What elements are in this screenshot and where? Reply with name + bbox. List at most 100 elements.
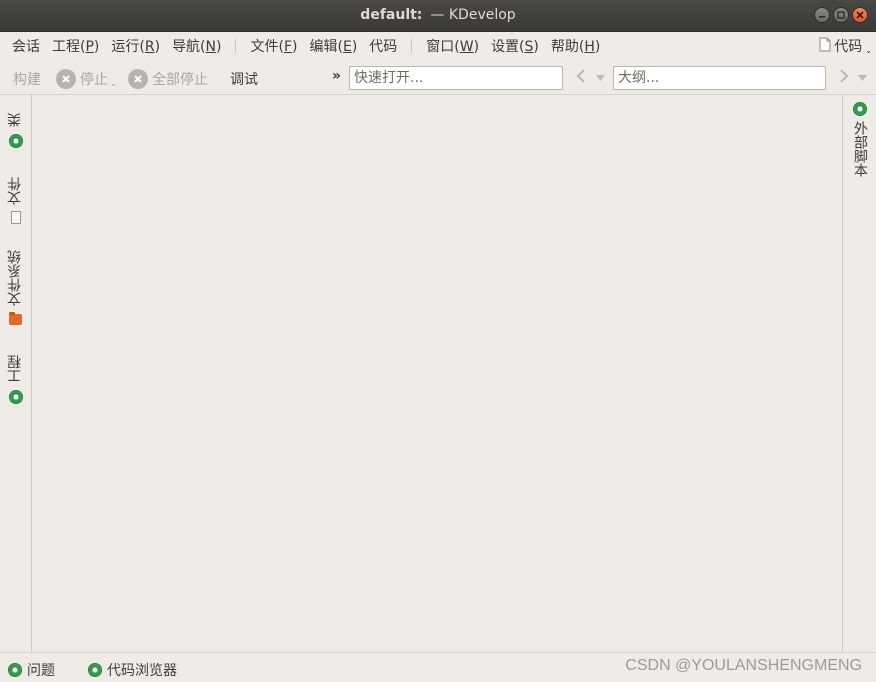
editor-area[interactable] bbox=[32, 95, 842, 651]
window-title: default: — KDevelop bbox=[0, 7, 876, 23]
dock-tab-problems-label: 问题 bbox=[27, 663, 55, 679]
menu-settings[interactable]: 设置(S) bbox=[485, 36, 545, 56]
menu-edit-suffix: ) bbox=[351, 39, 358, 55]
menu-navigation-label: 导航( bbox=[172, 39, 206, 55]
menu-window-suffix: ) bbox=[473, 39, 480, 55]
menu-file-suffix: ) bbox=[292, 39, 298, 55]
dock-tab-documents[interactable]: 文件 bbox=[0, 177, 31, 224]
dock-tab-filesystem[interactable]: 文件系统 bbox=[0, 250, 31, 325]
menu-file-label: 文件( bbox=[250, 39, 284, 55]
menu-navigation[interactable]: 导航(N) bbox=[166, 36, 227, 56]
menu-run-label: 运行( bbox=[111, 39, 145, 55]
window-title-app: — KDevelop bbox=[430, 7, 516, 23]
stop-all-button[interactable]: 全部停止 bbox=[128, 69, 208, 89]
stop-all-label: 全部停止 bbox=[152, 72, 208, 88]
dock-tab-projects-label: 工程 bbox=[7, 355, 23, 383]
menu-project-suffix: ) bbox=[93, 39, 100, 55]
menu-run-accel: R bbox=[144, 39, 155, 55]
code-browser-gear-icon bbox=[89, 664, 101, 676]
left-dock: 类 文件 文件系统 工程 bbox=[0, 95, 32, 651]
kdevelop-window: default: — KDevelop 会话 工程(P) 运行(R) 导航(N) … bbox=[0, 0, 876, 682]
menu-file[interactable]: 文件(F) bbox=[244, 36, 303, 56]
menu-help-accel: H bbox=[584, 39, 595, 55]
overflow-icon: » bbox=[332, 68, 342, 84]
menu-window-label: 窗口( bbox=[426, 39, 460, 55]
dock-tab-filesystem-label: 文件系统 bbox=[7, 250, 23, 306]
bottom-dock: 问题 代码浏览器 CSDN @YOULANSHENGMENG bbox=[0, 652, 876, 682]
menu-edit-label: 编辑( bbox=[309, 39, 343, 55]
dock-tab-classes[interactable]: 类 bbox=[0, 113, 31, 147]
build-label: 构建 bbox=[13, 72, 41, 88]
script-gear-icon bbox=[853, 103, 866, 115]
back-history-dropdown-icon[interactable] bbox=[596, 74, 605, 83]
forward-arrow-icon[interactable] bbox=[839, 69, 849, 87]
close-icon bbox=[856, 11, 864, 19]
menu-separator bbox=[411, 39, 413, 53]
chevron-down-icon: ⌄ bbox=[865, 45, 872, 55]
menu-project[interactable]: 工程(P) bbox=[46, 36, 105, 56]
dock-tab-projects[interactable]: 工程 bbox=[0, 355, 31, 403]
dock-tab-code-browser-label: 代码浏览器 bbox=[107, 663, 177, 679]
menu-project-accel: P bbox=[85, 39, 94, 55]
dock-tab-external-scripts[interactable]: 外部脚本 bbox=[844, 103, 875, 177]
watermark-text: CSDN @YOULANSHENGMENG bbox=[625, 657, 862, 674]
menu-help-label: 帮助( bbox=[550, 39, 585, 55]
window-title-session: default: bbox=[360, 7, 423, 23]
stop-all-icon bbox=[128, 69, 148, 89]
problems-gear-icon bbox=[9, 664, 21, 676]
quick-open-input[interactable] bbox=[349, 66, 563, 90]
menu-navigation-suffix: ) bbox=[216, 39, 222, 55]
maximize-button[interactable] bbox=[833, 7, 849, 23]
menu-help[interactable]: 帮助(H) bbox=[545, 36, 606, 56]
menu-settings-label: 设置( bbox=[491, 39, 525, 55]
menu-code-label: 代码 bbox=[369, 39, 398, 55]
menu-window-accel: W bbox=[459, 39, 474, 55]
toolbar-overflow-button[interactable]: » bbox=[332, 68, 341, 84]
dock-tab-external-scripts-label: 外部脚本 bbox=[852, 121, 868, 177]
menu-bar: 会话 工程(P) 运行(R) 导航(N) 文件(F) 编辑(E) 代码 窗口(W… bbox=[0, 32, 876, 60]
main-toolbar: 构建 停止 ⌄ 全部停止 调试 » bbox=[0, 62, 876, 95]
document-icon bbox=[819, 37, 831, 56]
minimize-icon bbox=[819, 16, 825, 18]
minimize-button[interactable] bbox=[814, 7, 830, 23]
menu-edit-accel: E bbox=[342, 39, 352, 55]
menu-settings-suffix: ) bbox=[533, 39, 539, 55]
folder-icon bbox=[9, 312, 22, 325]
maximize-icon bbox=[837, 11, 845, 19]
area-selector-label: 代码 bbox=[834, 39, 863, 55]
dock-tab-code-browser[interactable]: 代码浏览器 bbox=[89, 660, 177, 680]
right-dock: 外部脚本 bbox=[842, 95, 876, 651]
menu-project-label: 工程( bbox=[52, 39, 86, 55]
close-button[interactable] bbox=[852, 7, 868, 23]
menu-session-label: 会话 bbox=[12, 39, 40, 55]
title-bar[interactable]: default: — KDevelop bbox=[0, 0, 876, 32]
menu-help-suffix: ) bbox=[594, 39, 601, 55]
menu-code[interactable]: 代码 bbox=[363, 36, 403, 56]
forward-history-dropdown-icon[interactable] bbox=[858, 74, 867, 83]
menu-navigation-accel: N bbox=[205, 39, 217, 55]
menu-session[interactable]: 会话 bbox=[6, 36, 46, 56]
area-selector-button[interactable]: 代码 ⌄ bbox=[819, 36, 872, 56]
dock-tab-problems[interactable]: 问题 bbox=[9, 660, 55, 680]
debug-button[interactable]: 调试 bbox=[230, 69, 258, 89]
build-button[interactable]: 构建 bbox=[13, 69, 41, 89]
back-arrow-icon[interactable] bbox=[576, 69, 586, 87]
menu-window[interactable]: 窗口(W) bbox=[420, 36, 485, 56]
document-icon bbox=[10, 211, 21, 224]
outline-input[interactable] bbox=[613, 66, 826, 90]
chevron-down-icon: ⌄ bbox=[110, 78, 117, 88]
project-gear-icon bbox=[9, 391, 22, 403]
menu-run-suffix: ) bbox=[154, 39, 161, 55]
menu-separator bbox=[235, 39, 237, 53]
menu-file-accel: F bbox=[283, 39, 293, 55]
dock-tab-classes-label: 类 bbox=[7, 113, 23, 127]
stop-button[interactable]: 停止 ⌄ bbox=[56, 69, 117, 89]
menu-run[interactable]: 运行(R) bbox=[105, 36, 166, 56]
stop-label: 停止 bbox=[80, 72, 108, 88]
dock-tab-documents-label: 文件 bbox=[7, 177, 23, 205]
menu-edit[interactable]: 编辑(E) bbox=[303, 36, 363, 56]
window-controls bbox=[814, 7, 868, 23]
debug-label: 调试 bbox=[230, 72, 258, 88]
stop-icon bbox=[56, 69, 76, 89]
class-gear-icon bbox=[9, 135, 22, 147]
